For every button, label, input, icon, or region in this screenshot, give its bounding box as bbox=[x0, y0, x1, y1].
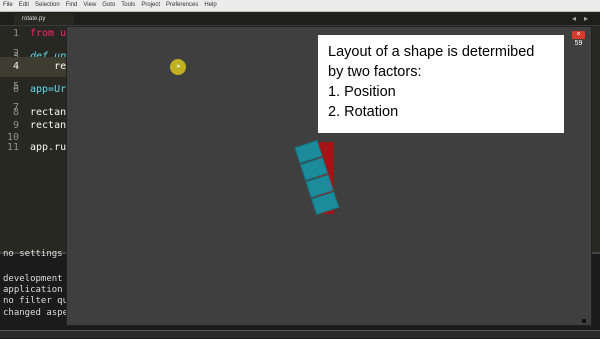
console-line: changed aspe bbox=[3, 308, 69, 318]
code-line-active: 4 rec bbox=[0, 57, 72, 77]
code-line: 1 from ur bbox=[0, 24, 72, 44]
console-line: application bbox=[3, 285, 63, 295]
line-number: 1 bbox=[12, 28, 19, 39]
console-line: development bbox=[3, 274, 63, 284]
window-resize-handle[interactable] bbox=[582, 319, 586, 323]
explanation-callout: Layout of a shape is determibed by two f… bbox=[318, 35, 564, 133]
menu-file[interactable]: File bbox=[0, 0, 16, 11]
menu-goto[interactable]: Goto bbox=[99, 0, 118, 11]
callout-line: 2. Rotation bbox=[328, 104, 399, 120]
callout-line: Layout of a shape is determibed bbox=[328, 44, 535, 60]
mouse-cursor-highlight: ➤ bbox=[170, 59, 186, 75]
fps-widget: × 59 bbox=[572, 31, 585, 47]
line-number: 6 bbox=[12, 84, 19, 95]
menu-help[interactable]: Help bbox=[201, 0, 219, 11]
callout-line: 1. Position bbox=[328, 84, 396, 100]
tab-bar: rotate.py bbox=[0, 12, 600, 26]
code-line: 6 app=Urs bbox=[0, 80, 72, 100]
menu-find[interactable]: Find bbox=[63, 0, 81, 11]
console-line: no filter qu bbox=[3, 296, 69, 306]
close-icon[interactable]: × bbox=[572, 31, 585, 39]
tab-scroll-right-icon[interactable]: ▸ bbox=[584, 13, 588, 24]
menu-edit[interactable]: Edit bbox=[16, 0, 32, 11]
fps-counter: 59 bbox=[574, 40, 583, 47]
menu-view[interactable]: View bbox=[80, 0, 99, 11]
game-window[interactable]: Layout of a shape is determibed by two f… bbox=[66, 26, 592, 326]
menu-bar: File Edit Selection Find View Goto Tools… bbox=[0, 0, 600, 12]
tab-scroll-left-icon[interactable]: ◂ bbox=[572, 13, 576, 24]
line-number: 11 bbox=[6, 142, 19, 153]
menu-selection[interactable]: Selection bbox=[32, 0, 63, 11]
line-number: 4 bbox=[12, 61, 19, 72]
menu-preferences[interactable]: Preferences bbox=[163, 0, 201, 11]
console-line: no settings bbox=[3, 249, 63, 259]
cursor-arrow-icon: ➤ bbox=[176, 63, 182, 70]
code-line: 11 app.run bbox=[0, 138, 72, 158]
callout-line: by two factors: bbox=[328, 64, 422, 80]
menu-tools[interactable]: Tools bbox=[118, 0, 138, 11]
menu-project[interactable]: Project bbox=[138, 0, 163, 11]
